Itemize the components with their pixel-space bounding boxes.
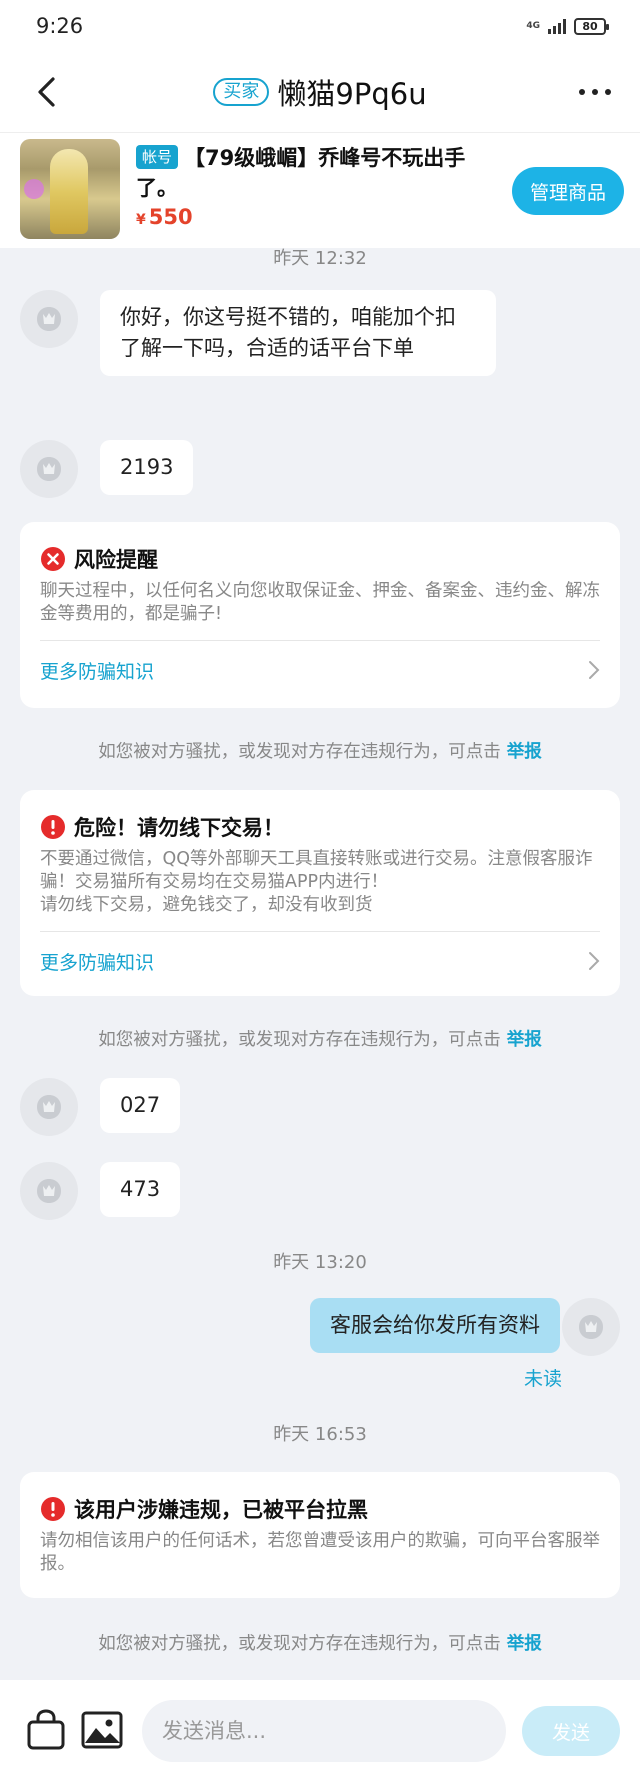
report-notice: 如您被对方骚扰，或发现对方存在违规行为，可点击 举报 [0,1630,640,1655]
image-picker-button[interactable] [80,1708,124,1752]
avatar[interactable] [20,1078,78,1136]
report-link[interactable]: 举报 [507,1634,542,1654]
message-input[interactable] [142,1700,506,1762]
message-bubble[interactable]: 2193 [100,440,194,495]
error-x-icon [41,547,65,571]
default-avatar-icon [37,1179,61,1203]
my-message-bubble[interactable]: 客服会给你发所有资料 [310,1298,560,1353]
currency-symbol: ¥ [136,212,146,228]
danger-card-header: 危险！请勿线下交易！ [20,790,620,842]
report-notice: 如您被对方骚扰，或发现对方存在违规行为，可点击 举报 [0,1026,640,1051]
send-button[interactable]: 发送 [522,1706,620,1756]
product-thumbnail [20,139,120,239]
risk-warning-card: 风险提醒 聊天过程中，以任何名义向您收取保证金、押金、备案金、违约金、解冻金等费… [20,522,620,708]
product-card[interactable]: 【79级峨嵋】乔峰号不玩出手了。 帐号 ¥550 管理商品 [0,132,640,248]
report-link[interactable]: 举报 [507,1030,542,1050]
default-avatar-icon [37,457,61,481]
default-avatar-icon [37,1095,61,1119]
nav-bar: 买家 懒猫9Pq6u [0,52,640,132]
message-bubble[interactable]: 你好，你这号挺不错的，咱能加个扣了解一下吗，合适的话平台下单 [100,290,496,376]
default-avatar-icon [579,1315,603,1339]
manage-product-button[interactable]: 管理商品 [512,167,624,215]
chat-title: 买家 懒猫9Pq6u [213,71,427,113]
default-avatar-icon [37,307,61,331]
exclamation-icon [41,1497,65,1521]
anti-fraud-link-label: 更多防骗知识 [40,951,155,974]
avatar[interactable] [20,290,78,348]
message-bubble[interactable]: 027 [100,1078,181,1133]
message-bubble[interactable]: 473 [100,1162,181,1217]
anti-fraud-link-label: 更多防骗知识 [40,660,155,683]
exclamation-icon [41,815,65,839]
danger-card-body: 不要通过微信，QQ等外部聊天工具直接转账或进行交易。注意假客服诈骗！交易猫所有交… [20,842,620,917]
more-dots-icon [579,89,611,95]
offline-trade-warning-card: 危险！请勿线下交易！ 不要通过微信，QQ等外部聊天工具直接转账或进行交易。注意假… [20,790,620,996]
timestamp: 昨天 12:32 [273,248,367,269]
product-price: ¥550 [136,205,193,229]
danger-card-body-line: 请勿线下交易，避免钱交了，却没有收到货 [40,895,373,915]
anti-fraud-link[interactable]: 更多防骗知识 [20,641,620,699]
my-avatar[interactable] [562,1298,620,1356]
shopping-bag-icon [27,1709,65,1750]
product-title: 【79级峨嵋】乔峰号不玩出手了。 [136,146,466,200]
status-time: 9:26 [36,14,84,38]
anti-fraud-link[interactable]: 更多防骗知识 [20,932,620,990]
image-icon [81,1711,123,1749]
signal-icon [548,18,566,34]
message-composer: 发送 [0,1680,640,1780]
danger-card-body-line: 不要通过微信，QQ等外部聊天工具直接转账或进行交易。注意假客服诈骗！交易猫所有交… [40,849,593,892]
risk-card-body: 聊天过程中，以任何名义向您收取保证金、押金、备案金、违约金、解冻金等费用的，都是… [40,581,600,624]
report-notice-text: 如您被对方骚扰，或发现对方存在违规行为，可点击 [98,1030,501,1050]
user-banned-card: 该用户涉嫌违规，已被平台拉黑 请勿相信该用户的任何话术，若您曾遭受该用户的欺骗，… [20,1472,620,1598]
price-value: 550 [148,205,193,229]
report-link[interactable]: 举报 [507,742,542,762]
risk-card-title: 风险提醒 [74,548,158,572]
avatar[interactable] [20,1162,78,1220]
battery-level: 80 [582,19,598,33]
ban-card-title: 该用户涉嫌违规，已被平台拉黑 [74,1498,368,1522]
role-tag: 买家 [213,78,270,106]
ban-card-body: 请勿相信该用户的任何话术，若您曾遭受该用户的欺骗，可向平台客服举报。 [40,1531,600,1574]
timestamp: 昨天 16:53 [273,1424,367,1445]
back-button[interactable] [26,72,66,112]
status-bar: 9:26 4G 80 [0,0,640,52]
contact-name: 懒猫9Pq6u [277,77,427,111]
chevron-right-icon [589,952,600,970]
chevron-left-icon [38,77,55,107]
product-type-tag: 帐号 [136,145,179,169]
report-notice-text: 如您被对方骚扰，或发现对方存在违规行为，可点击 [98,742,501,762]
shop-bag-button[interactable] [24,1708,68,1752]
report-notice-text: 如您被对方骚扰，或发现对方存在违规行为，可点击 [98,1634,501,1654]
ban-card-header: 该用户涉嫌违规，已被平台拉黑 [20,1472,620,1524]
report-notice: 如您被对方骚扰，或发现对方存在违规行为，可点击 举报 [0,738,640,763]
chevron-right-icon [589,661,600,679]
avatar[interactable] [20,440,78,498]
danger-card-title: 危险！请勿线下交易！ [74,816,284,840]
network-type: 4G [526,20,540,31]
unread-status: 未读 [523,1368,562,1390]
status-icons: 4G 80 [526,17,609,35]
battery-icon: 80 [574,17,609,35]
risk-card-header: 风险提醒 [20,522,620,574]
more-button[interactable] [572,72,618,112]
timestamp: 昨天 13:20 [273,1252,367,1273]
